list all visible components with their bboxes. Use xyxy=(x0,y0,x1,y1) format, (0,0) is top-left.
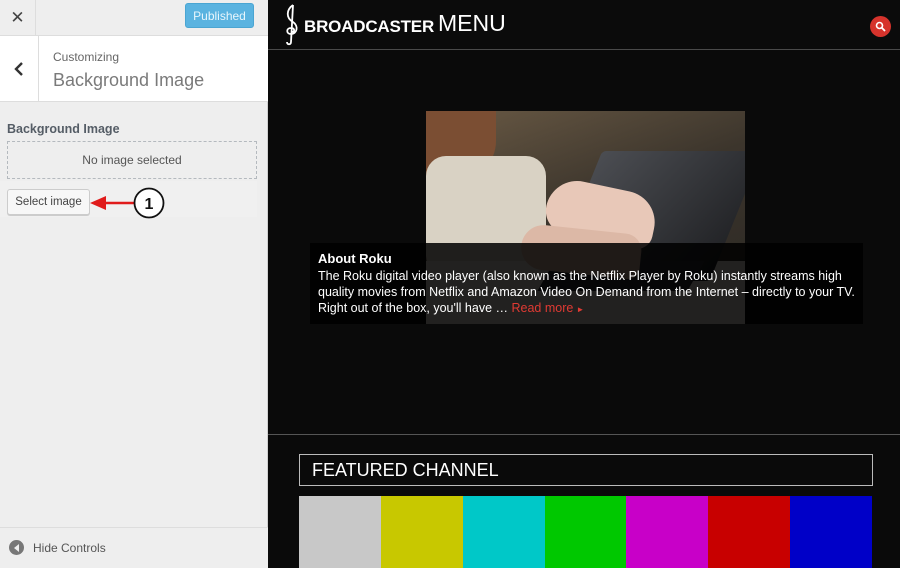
customizer-footer: Hide Controls xyxy=(0,527,268,568)
treble-clef-icon xyxy=(286,4,298,46)
back-button[interactable] xyxy=(0,36,39,102)
close-icon: ✕ xyxy=(10,8,25,28)
test-pattern-image[interactable] xyxy=(299,496,873,568)
site-header: BROADCASTER MENU xyxy=(268,0,900,50)
breadcrumb-customizing: Customizing xyxy=(53,50,120,64)
customizer-sidebar: ✕ Published Customizing Background Image… xyxy=(0,0,268,568)
color-bar-2 xyxy=(380,496,463,568)
chevron-left-icon xyxy=(14,62,23,76)
play-arrow-icon: ► xyxy=(576,305,585,314)
close-customizer-button[interactable]: ✕ xyxy=(0,0,36,36)
search-icon xyxy=(875,21,886,32)
logo-text: BROADCASTER xyxy=(304,17,435,36)
read-more-link[interactable]: Read more xyxy=(511,301,573,315)
image-placeholder[interactable]: No image selected xyxy=(7,141,257,179)
menu-button[interactable]: MENU xyxy=(438,10,506,37)
search-button[interactable] xyxy=(870,16,891,37)
site-preview: BROADCASTER MENU About Roku The Roku dig… xyxy=(268,0,900,568)
customizer-topbar: ✕ Published xyxy=(0,0,268,36)
control-label: Background Image xyxy=(7,122,120,136)
section-divider xyxy=(268,434,900,435)
hero-caption: About Roku The Roku digital video player… xyxy=(310,243,863,324)
color-bar-3 xyxy=(462,496,545,568)
section-header: Customizing Background Image xyxy=(0,36,268,102)
published-button[interactable]: Published xyxy=(185,3,254,28)
callout-number: 1 xyxy=(145,196,154,213)
section-title: Background Image xyxy=(53,70,205,90)
color-bar-1 xyxy=(299,496,381,568)
collapse-arrow-icon xyxy=(9,540,24,555)
featured-channel-heading: FEATURED CHANNEL xyxy=(299,454,873,486)
callout-arrowhead xyxy=(90,196,106,210)
caption-title: About Roku xyxy=(318,251,392,266)
site-logo[interactable]: BROADCASTER xyxy=(282,2,434,46)
caption-body: The Roku digital video player (also know… xyxy=(318,268,855,318)
callout-annotation: 1 xyxy=(90,187,165,219)
color-bar-7 xyxy=(790,496,873,568)
color-bar-6 xyxy=(708,496,791,568)
color-bar-5 xyxy=(626,496,709,568)
color-bar-4 xyxy=(544,496,627,568)
hide-controls-button[interactable]: Hide Controls xyxy=(9,540,106,555)
hide-controls-label: Hide Controls xyxy=(33,540,106,555)
caption-text: The Roku digital video player (also know… xyxy=(318,269,855,315)
select-image-button[interactable]: Select image xyxy=(7,189,90,215)
